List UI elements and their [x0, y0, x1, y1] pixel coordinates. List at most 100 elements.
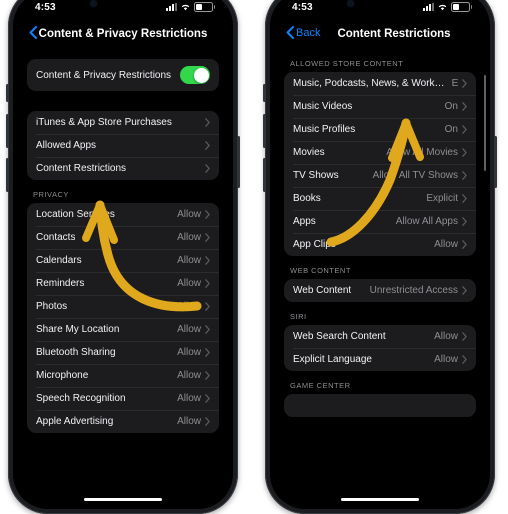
row-label: Web Search Content: [293, 331, 386, 342]
page-title-left: Content & Privacy Restrictions: [38, 28, 208, 40]
store-group-card: Music, Podcasts, News, & Workouts E Musi…: [284, 72, 476, 256]
list-item[interactable]: Share My Location Allow: [27, 318, 219, 341]
power-button[interactable]: [237, 136, 240, 188]
list-item[interactable]: Calendars Allow: [27, 249, 219, 272]
list-item[interactable]: Contacts Allow: [27, 226, 219, 249]
list-item[interactable]: Location Services Allow: [27, 203, 219, 226]
row-label: Speech Recognition: [36, 393, 126, 404]
notch: [337, 0, 423, 13]
chevron-right-icon: [205, 325, 210, 334]
home-indicator[interactable]: [341, 497, 419, 501]
section-header-game-center: GAME CENTER: [290, 381, 351, 390]
row-label: Reminders: [36, 278, 85, 289]
list-item[interactable]: Books Explicit: [284, 187, 476, 210]
battery-icon: [194, 2, 215, 12]
list-item[interactable]: Microphone Allow: [27, 364, 219, 387]
list-item[interactable]: Music Profiles On: [284, 118, 476, 141]
game-center-group-card: [284, 394, 476, 417]
row-content-privacy-restrictions[interactable]: Content & Privacy Restrictions: [27, 59, 219, 91]
volume-up-button[interactable]: [263, 114, 266, 148]
status-indicators: [166, 2, 215, 12]
phone-left-bezel: 4:53 Content & Privacy Restrictions Cont…: [13, 0, 233, 509]
list-item[interactable]: Apple Advertising Allow: [27, 410, 219, 433]
row-label: Books: [293, 193, 321, 204]
chevron-right-icon: [462, 355, 467, 364]
chevron-right-icon: [462, 79, 467, 88]
cellular-signal-icon: [423, 3, 434, 11]
power-button[interactable]: [494, 136, 497, 188]
chevron-right-icon: [205, 417, 210, 426]
section-header-web-content: WEB CONTENT: [290, 266, 351, 275]
row-value: Allow: [434, 239, 458, 250]
phone-left: 4:53 Content & Privacy Restrictions Cont…: [6, 0, 240, 514]
row-label: Photos: [36, 301, 68, 312]
status-indicators: [423, 2, 472, 12]
chevron-right-icon: [462, 286, 467, 295]
list-item[interactable]: [284, 394, 476, 417]
front-camera-icon: [347, 0, 354, 7]
chevron-right-icon: [205, 279, 210, 288]
list-item[interactable]: Reminders Allow: [27, 272, 219, 295]
row-value: Allow: [177, 370, 201, 381]
list-item[interactable]: iTunes & App Store Purchases: [27, 111, 219, 134]
row-value: Allow: [434, 331, 458, 342]
chevron-right-icon: [205, 118, 210, 127]
row-value: Allow: [177, 209, 201, 220]
list-item[interactable]: Web Content Unrestricted Access: [284, 279, 476, 302]
list-item[interactable]: Web Search Content Allow: [284, 325, 476, 348]
row-label: Content & Privacy Restrictions: [36, 69, 172, 81]
chevron-right-icon: [205, 233, 210, 242]
list-item[interactable]: Explicit Language Allow: [284, 348, 476, 371]
phone-right-bezel: 4:53 Back Content Restrictions ALLOWED S…: [270, 0, 490, 509]
row-value: On: [444, 124, 458, 135]
list-item[interactable]: Music Videos On: [284, 95, 476, 118]
chevron-right-icon: [462, 171, 467, 180]
row-value: Allow: [177, 324, 201, 335]
section-header-siri: SIRI: [290, 312, 307, 321]
section-header-allowed-store-content: ALLOWED STORE CONTENT: [290, 59, 404, 68]
nav-bar-left: Content & Privacy Restrictions: [15, 23, 231, 49]
row-label: Calendars: [36, 255, 82, 266]
chevron-right-icon: [462, 102, 467, 111]
row-label: Microphone: [36, 370, 89, 381]
nav-bar-right: Back Content Restrictions: [272, 23, 488, 49]
list-item[interactable]: Movies Allow All Movies: [284, 141, 476, 164]
row-label: Music Profiles: [293, 124, 356, 135]
scrollbar[interactable]: [483, 75, 486, 171]
list-item[interactable]: Apps Allow All Apps: [284, 210, 476, 233]
row-label: Share My Location: [36, 324, 120, 335]
mute-switch[interactable]: [6, 84, 9, 102]
list-item[interactable]: Bluetooth Sharing Allow: [27, 341, 219, 364]
page-title-right: Content Restrictions: [337, 28, 451, 40]
row-value: Allow: [177, 347, 201, 358]
content-privacy-toggle[interactable]: [180, 66, 210, 84]
list-item-music-podcasts-news-workouts[interactable]: Music, Podcasts, News, & Workouts E: [284, 72, 476, 95]
notch: [80, 0, 166, 13]
settings-list-right: ALLOWED STORE CONTENT Music, Podcasts, N…: [272, 49, 488, 417]
volume-up-button[interactable]: [6, 114, 9, 148]
list-item[interactable]: Photos Allow: [27, 295, 219, 318]
chevron-right-icon: [462, 125, 467, 134]
chevron-right-icon: [462, 332, 467, 341]
chevron-right-icon: [205, 348, 210, 357]
row-label: Music, Podcasts, News, & Workouts: [293, 78, 448, 89]
row-value: E: [451, 78, 458, 89]
chevron-right-icon: [205, 256, 210, 265]
home-indicator[interactable]: [84, 497, 162, 501]
list-item[interactable]: Allowed Apps: [27, 134, 219, 157]
list-item[interactable]: Speech Recognition Allow: [27, 387, 219, 410]
list-item-content-restrictions[interactable]: Content Restrictions: [27, 157, 219, 180]
volume-down-button[interactable]: [263, 158, 266, 192]
list-item[interactable]: App Clips Allow: [284, 233, 476, 256]
phone-left-screen: 4:53 Content & Privacy Restrictions Cont…: [15, 0, 231, 507]
mute-switch[interactable]: [263, 84, 266, 102]
volume-down-button[interactable]: [6, 158, 9, 192]
chevron-right-icon: [205, 371, 210, 380]
row-label: Music Videos: [293, 101, 353, 112]
chevron-right-icon: [462, 194, 467, 203]
list-item[interactable]: TV Shows Allow All TV Shows: [284, 164, 476, 187]
row-value: Allow All TV Shows: [372, 170, 458, 181]
screenshot-root: 4:53 Content & Privacy Restrictions Cont…: [0, 0, 508, 514]
chevron-right-icon: [205, 394, 210, 403]
